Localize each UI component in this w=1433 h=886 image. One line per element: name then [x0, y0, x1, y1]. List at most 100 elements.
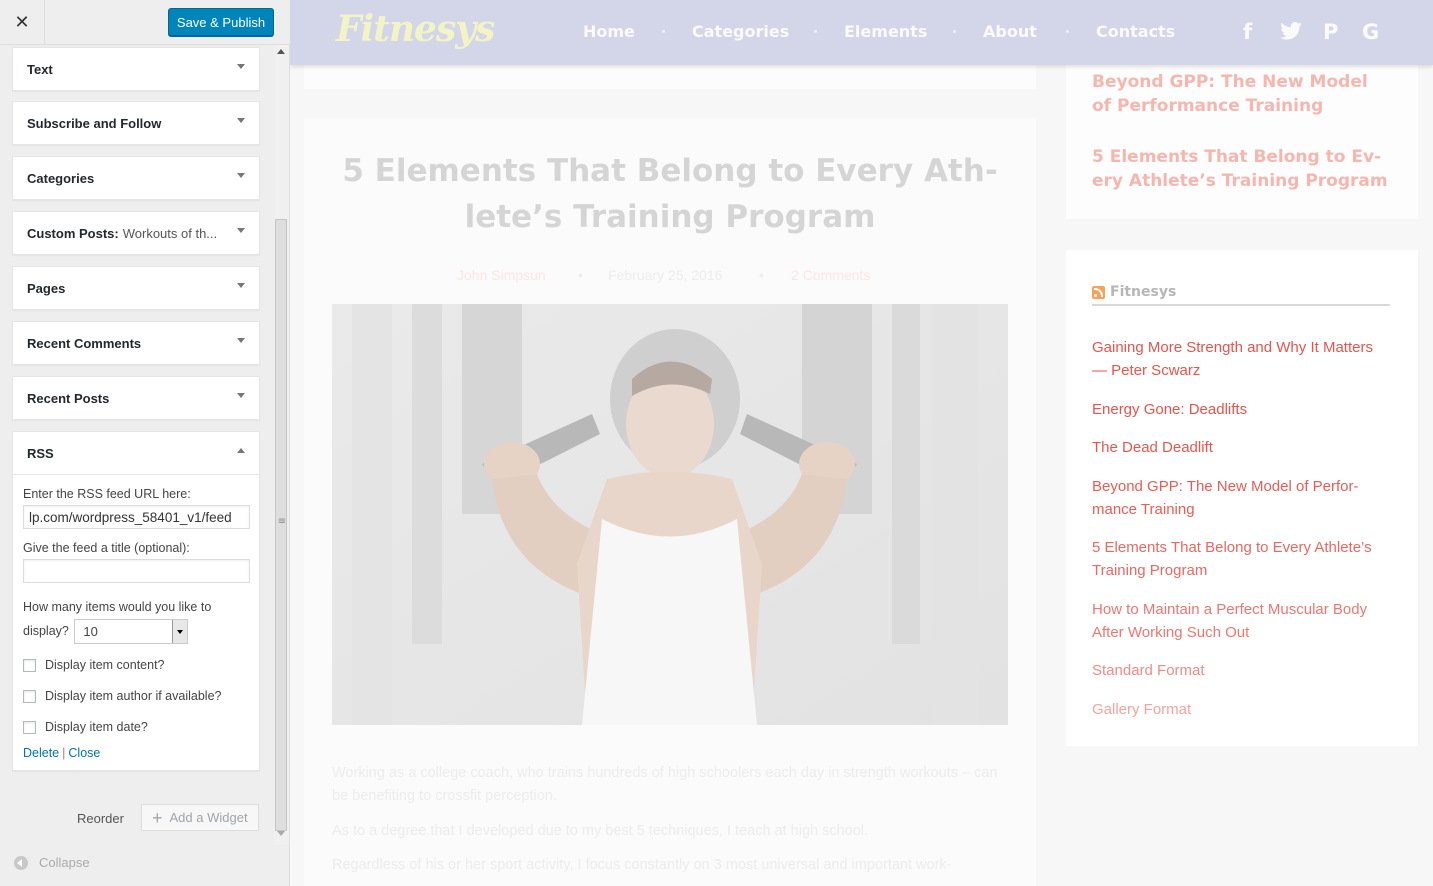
nav-about[interactable]: About	[983, 22, 1037, 41]
save-publish-button[interactable]: Save & Publish	[168, 8, 274, 36]
collapse-label: Collapse	[39, 855, 90, 870]
post-featured-image	[332, 304, 1008, 725]
add-widget-button[interactable]: + Add a Widget	[141, 804, 259, 831]
widget-subtitle: Workouts of th...	[122, 225, 218, 241]
twitter-icon[interactable]	[1280, 22, 1302, 45]
scrollbar-thumb[interactable]: ≡	[275, 219, 287, 831]
athlete-photo	[332, 304, 1008, 725]
rss-widget-header: Fitnesys	[1092, 280, 1390, 306]
widget-title: Categories	[27, 170, 95, 186]
chevron-down-icon[interactable]	[237, 283, 245, 288]
delete-link[interactable]: Delete	[23, 746, 59, 760]
chevron-down-icon[interactable]	[237, 118, 245, 123]
rss-feed-item[interactable]: Gallery Format	[1092, 698, 1392, 721]
add-widget-label: Add a Widget	[169, 810, 248, 825]
rss-feed-item[interactable]: Beyond GPP: The New Model of Perfor-manc…	[1092, 475, 1392, 521]
widget-text[interactable]: Text	[12, 47, 260, 91]
content-checkbox[interactable]	[23, 658, 36, 672]
widget-subscribe-follow[interactable]: Subscribe and Follow	[12, 101, 260, 145]
nav-separator	[1066, 30, 1069, 33]
rss-feed-item[interactable]: 5 Elements That Belong to Every Athlete’…	[1092, 536, 1392, 582]
rss-icon[interactable]	[1092, 285, 1105, 299]
widget-recent-comments[interactable]: Recent Comments	[12, 321, 260, 365]
nav-elements[interactable]: Elements	[844, 22, 927, 41]
widget-actions: Reorder + Add a Widget	[0, 803, 274, 833]
rss-feed-item[interactable]: The Dead Deadlift	[1092, 436, 1392, 459]
widget-rss-header[interactable]: RSS	[13, 432, 259, 474]
rss-title-label: Give the feed a title (optional):	[23, 541, 190, 555]
reorder-button[interactable]: Reorder	[77, 811, 124, 826]
rss-feed-item[interactable]: Gaining More Strength and Why It Matters…	[1092, 336, 1392, 382]
widget-title: Text	[27, 61, 53, 77]
rss-widget-title[interactable]: Fitnesys	[1110, 284, 1176, 300]
customizer-panel: ✕ Save & Publish Text Subscribe and Foll…	[0, 0, 290, 886]
rss-items-select[interactable]: 10	[74, 619, 189, 645]
post-date: February 25, 2016	[608, 267, 723, 283]
post-title[interactable]: 5 Elements That Belong to Every Ath-lete…	[330, 148, 1010, 240]
widget-categories[interactable]: Categories	[12, 156, 260, 200]
chevron-down-icon[interactable]	[172, 620, 188, 644]
google-icon[interactable]: G	[1362, 20, 1379, 44]
widget-title: Pages	[27, 280, 66, 296]
content-checkbox-label: Display item content?	[45, 658, 165, 673]
post-paragraph: As to a degree that I developed due to m…	[332, 823, 869, 839]
widget-list: Text Subscribe and Follow Categories Cus…	[0, 45, 274, 845]
rss-feed-item[interactable]: Energy Gone: Deadlifts	[1092, 398, 1392, 421]
author-checkbox[interactable]	[23, 689, 36, 703]
widget-title: Custom Posts:	[27, 225, 119, 241]
chevron-down-icon[interactable]	[237, 64, 245, 69]
chevron-down-icon[interactable]	[237, 393, 245, 398]
widget-title: Subscribe and Follow	[27, 115, 162, 131]
collapse-icon	[14, 855, 28, 870]
site-preview: Fitnesys Home Categories Elements About …	[290, 0, 1433, 886]
post-author[interactable]: John Simpsun	[457, 267, 546, 283]
nav-home[interactable]: Home	[583, 22, 635, 41]
nav-contacts[interactable]: Contacts	[1096, 22, 1175, 41]
date-checkbox[interactable]	[23, 720, 36, 734]
sidebar-post-link[interactable]: Beyond GPP: The New Model of Performance…	[1092, 70, 1392, 118]
rss-feed-item[interactable]: Standard Format	[1092, 659, 1392, 682]
rss-feed-item[interactable]: How to Maintain a Perfect Muscular Body …	[1092, 598, 1392, 644]
chevron-down-icon[interactable]	[237, 228, 245, 233]
widget-title: RSS	[27, 445, 54, 461]
widget-rss: RSS Enter the RSS feed URL here: lp.com/…	[12, 431, 260, 772]
close-link[interactable]: Close	[68, 746, 100, 760]
widget-custom-posts[interactable]: Custom Posts: Workouts of th...	[12, 211, 260, 255]
collapse-button[interactable]: Collapse	[14, 855, 90, 870]
author-checkbox-label: Display item author if available?	[45, 689, 222, 704]
post-comments-link[interactable]: 2 Comments	[791, 267, 870, 283]
rss-title-input[interactable]	[23, 559, 250, 583]
customizer-scrollbar[interactable]: ≡	[274, 45, 289, 845]
rss-items-value: 10	[83, 623, 98, 639]
chevron-down-icon[interactable]	[237, 173, 245, 178]
rss-url-label: Enter the RSS feed URL here:	[23, 487, 191, 501]
grip-icon: ≡	[277, 516, 287, 527]
nav-separator	[814, 30, 817, 33]
rss-feed-list: Gaining More Strength and Why It Matters…	[1092, 336, 1392, 736]
widget-title: Recent Comments	[27, 335, 142, 351]
rss-widget-form: Enter the RSS feed URL here: lp.com/word…	[13, 474, 259, 770]
sidebar-post-link[interactable]: 5 Elements That Belong to Ev-ery Athlete…	[1092, 145, 1392, 193]
site-logo[interactable]: Fitnesys	[336, 8, 495, 50]
twitter-icon-svg	[1280, 22, 1302, 40]
widget-pages[interactable]: Pages	[12, 266, 260, 310]
scroll-up-icon[interactable]	[277, 49, 285, 54]
link-separator: |	[62, 746, 66, 761]
pinterest-icon[interactable]: P	[1323, 20, 1338, 44]
chevron-up-icon[interactable]	[237, 448, 245, 453]
widget-recent-posts[interactable]: Recent Posts	[12, 376, 260, 420]
rss-url-input[interactable]: lp.com/wordpress_58401_v1/feed	[23, 505, 250, 529]
date-checkbox-label: Display item date?	[45, 720, 148, 735]
rss-items-label: How many items would you like to	[23, 600, 212, 614]
post-paragraph: Working as a college coach, who trains h…	[332, 765, 998, 804]
close-icon[interactable]: ✕	[0, 0, 45, 45]
chevron-down-icon[interactable]	[237, 338, 245, 343]
customizer-header: ✕ Save & Publish	[0, 0, 290, 45]
facebook-icon[interactable]: f	[1243, 20, 1252, 44]
content-strip	[304, 65, 1036, 89]
plus-icon: +	[152, 807, 163, 828]
nav-categories[interactable]: Categories	[692, 22, 789, 41]
post-paragraph: Regardless of his or her sport activity,…	[332, 857, 952, 873]
scroll-down-icon[interactable]	[277, 831, 285, 836]
nav-separator	[953, 30, 956, 33]
